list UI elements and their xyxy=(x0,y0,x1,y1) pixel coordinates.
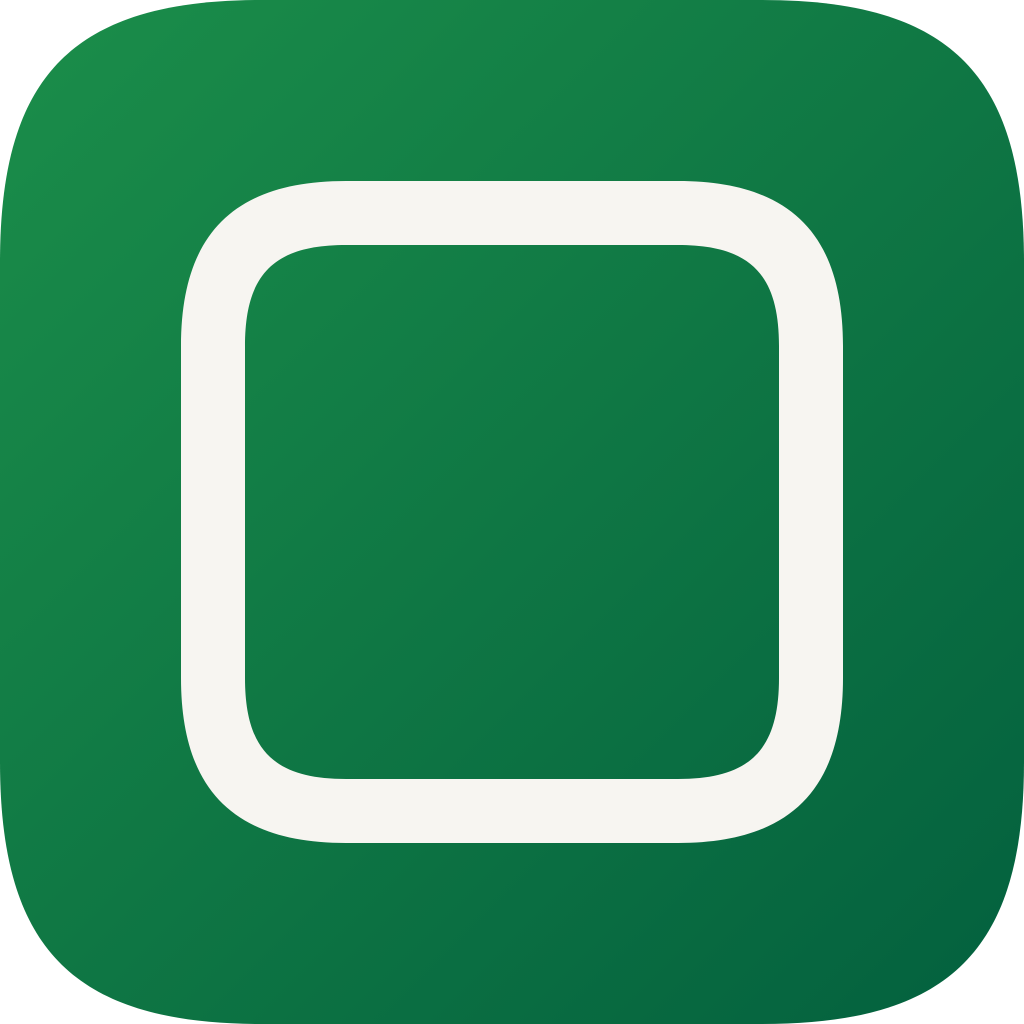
icon-background xyxy=(0,0,1024,1024)
app-icon-graphic xyxy=(0,0,1024,1024)
app-icon[interactable] xyxy=(0,0,1024,1024)
